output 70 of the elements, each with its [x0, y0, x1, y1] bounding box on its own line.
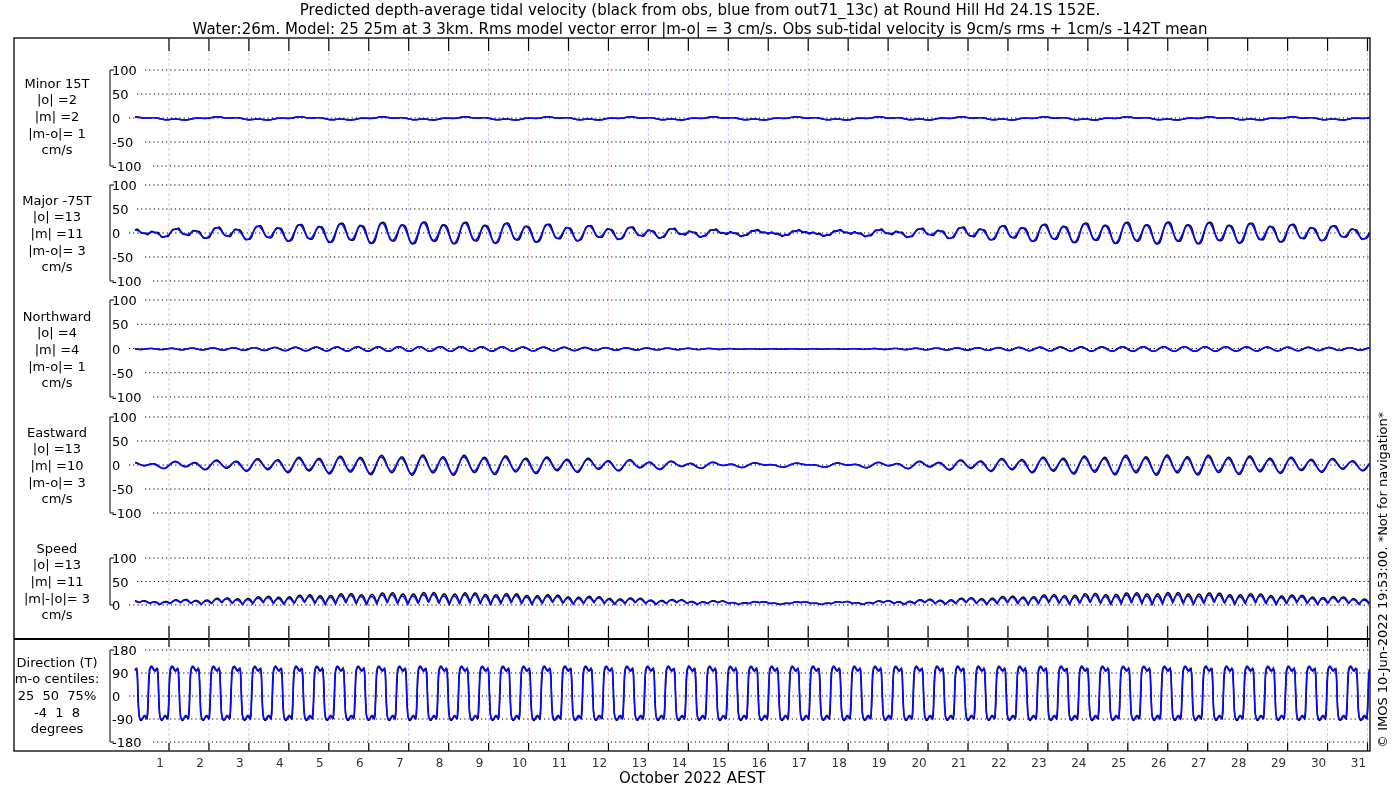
panel-label: Minor 15T |o| =2 |m| =2 |m-o|= 1 cm/s: [24, 75, 90, 158]
day-tick-label: 9: [475, 756, 484, 770]
y-tick-label: 0: [112, 341, 121, 357]
panel-label: Eastward |o| =13 |m| =10 |m-o|= 3 cm/s: [27, 424, 87, 507]
y-tick-label: 0: [112, 689, 121, 704]
panel-label: Direction (T) m-o centiles: 25 50 75% -4 1 8 degrees: [14, 654, 100, 737]
y-tick-label: 50: [112, 202, 129, 217]
day-tick-label: 6: [355, 756, 364, 770]
y-tick-label: -100: [112, 506, 142, 521]
y-tick-label: 0: [112, 226, 121, 241]
copyright-note: © IMOS 10-Jun-2022 19:53:00. *Not for navigation*: [1375, 411, 1390, 748]
day-tick-label: 29: [1270, 756, 1287, 770]
y-tick-label: -180: [112, 735, 142, 750]
y-tick-label: 0: [112, 458, 121, 473]
day-tick-label: 13: [631, 756, 648, 770]
y-tick-label: -50: [112, 482, 134, 497]
y-tick-label: 100: [112, 551, 137, 566]
y-tick-label: 100: [112, 63, 137, 78]
day-tick-label: 22: [991, 756, 1007, 770]
day-tick-label: 30: [1310, 756, 1327, 770]
day-tick-label: 27: [1191, 756, 1207, 770]
y-tick-label: -50: [112, 365, 134, 381]
day-tick-label: 14: [671, 756, 687, 770]
x-axis-label: October 2022 AEST: [618, 769, 766, 787]
y-tick-label: 100: [112, 410, 137, 425]
y-tick-label: 50: [112, 87, 129, 102]
day-tick-label: 11: [551, 756, 568, 770]
day-tick-label: 31: [1350, 756, 1367, 770]
day-tick-label: 28: [1231, 756, 1247, 770]
day-tick-label: 20: [911, 756, 927, 770]
y-tick-label: -50: [112, 135, 134, 150]
day-tick-label: 7: [395, 756, 404, 770]
day-tick-label: 23: [1031, 756, 1047, 770]
day-tick-label: 10: [511, 756, 528, 770]
y-tick-label: 50: [112, 434, 129, 449]
day-tick-label: 24: [1071, 756, 1087, 770]
y-tick-label: 50: [112, 574, 129, 590]
y-tick-label: -50: [112, 250, 134, 265]
day-tick-label: 16: [751, 756, 767, 770]
day-tick-label: 3: [236, 756, 244, 770]
day-tick-label: 17: [791, 756, 807, 770]
day-tick-label: 25: [1111, 756, 1127, 770]
y-tick-label: 50: [112, 317, 129, 333]
y-tick-label: 90: [112, 666, 129, 681]
day-tick-label: 21: [951, 756, 967, 770]
chart-title: Predicted depth-average tidal velocity (black from obs, blue from out71_13c) at Round Hill Hd 24.1S 152E.: [299, 1, 1101, 19]
y-tick-label: -90: [112, 712, 134, 727]
day-tick-label: 18: [831, 756, 847, 770]
y-tick-label: 180: [112, 643, 137, 658]
panel-label: Northward |o| =4 |m| =4 |m-o|= 1 cm/s: [22, 308, 92, 391]
day-tick-label: 15: [711, 756, 727, 770]
day-tick-label: 8: [435, 756, 444, 770]
panel-label: Major -75T |o| =13 |m| =11 |m-o|= 3 cm/s: [22, 192, 92, 275]
chart-title: Water:26m. Model: 25 25m at 3 3km. Rms model vector error |m-o| = 3 cm/s. Obs sub-tidal velocity is 9cm/s rms + 1cm/s -142T mean: [192, 20, 1208, 38]
y-axis-line: [109, 557, 115, 606]
day-tick-label: 2: [196, 756, 204, 770]
day-tick-label: 26: [1151, 756, 1167, 770]
day-tick-label: 5: [316, 756, 324, 770]
y-tick-label: -100: [112, 159, 142, 174]
day-tick-label: 4: [276, 756, 284, 770]
y-tick-label: 0: [112, 598, 121, 613]
y-tick-label: 100: [112, 293, 137, 308]
y-tick-label: 0: [112, 111, 121, 126]
panel-label: Speed |o| =13 |m| =11 |m|-|o|= 3 cm/s: [23, 540, 91, 623]
day-tick-label: 1: [156, 756, 164, 770]
y-tick-label: -100: [112, 390, 142, 405]
y-tick-label: 100: [112, 178, 137, 193]
y-tick-label: -100: [112, 274, 142, 289]
day-tick-label: 19: [871, 756, 887, 770]
day-tick-label: 12: [591, 756, 608, 770]
